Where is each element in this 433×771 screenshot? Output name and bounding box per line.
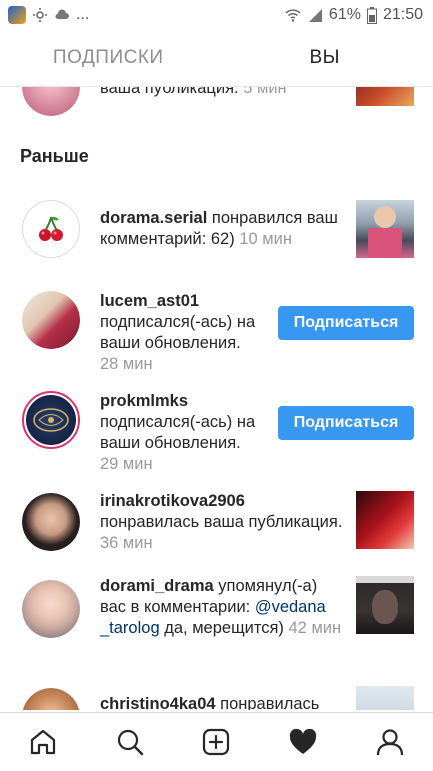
list-item[interactable]: dorami_drama упомянул(-а) вас в коммента…	[0, 576, 433, 666]
notification-text: dorama.serial понравился ваш комментарий…	[100, 208, 345, 250]
cherry-icon	[36, 214, 66, 244]
brand-logo-icon	[31, 405, 71, 435]
activity-tabs: ПОДПИСКИ ВЫ	[0, 30, 433, 87]
avatar[interactable]	[22, 86, 80, 116]
notification-username[interactable]: prokmlmks	[100, 391, 275, 412]
post-thumbnail[interactable]	[356, 576, 414, 634]
avatar[interactable]	[22, 291, 80, 349]
nav-new-post[interactable]	[194, 720, 238, 764]
notification-text: prokmlmks подписался(-ась) на ваши обнов…	[100, 391, 275, 475]
notification-time: 5 мин	[243, 86, 286, 97]
notification-username[interactable]: lucem_ast01	[100, 291, 275, 312]
status-bar: ... 61% 21:50	[0, 0, 433, 30]
status-left: ...	[8, 6, 89, 24]
post-thumbnail[interactable]	[356, 86, 414, 106]
list-item[interactable]: christino4ka04 понравилась	[0, 686, 433, 710]
status-time: 21:50	[383, 6, 423, 24]
cloud-icon	[54, 7, 70, 23]
post-thumbnail[interactable]	[356, 200, 414, 258]
signal-icon	[307, 7, 323, 23]
weather-icon	[32, 7, 48, 23]
list-item[interactable]: dorama.serial понравился ваш комментарий…	[0, 200, 433, 280]
notification-text: dorami_drama упомянул(-а) вас в коммента…	[100, 576, 345, 639]
tab-you[interactable]: ВЫ	[217, 30, 433, 86]
notification-text: lucem_ast01 подписался(-ась) на ваши обн…	[100, 291, 275, 375]
home-icon	[28, 727, 58, 757]
notification-action: понравилась ваша публикация.	[100, 513, 342, 531]
nav-profile[interactable]	[368, 720, 412, 764]
follow-button[interactable]: Подписаться	[278, 306, 414, 340]
notification-time: 36 мин	[100, 534, 153, 552]
notification-action: ваша публикация.	[100, 86, 239, 97]
notification-text: irinakrotikova2906 понравилась ваша публ…	[100, 491, 345, 554]
tab-following[interactable]: ПОДПИСКИ	[0, 30, 217, 86]
profile-icon	[375, 727, 405, 757]
app-icon	[8, 6, 26, 24]
notifications-feed[interactable]: ваша публикация. 5 мин Раньше dorama.ser…	[0, 86, 433, 710]
bottom-navigation	[0, 712, 433, 771]
post-thumbnail[interactable]	[356, 491, 414, 549]
notification-time: 29 мин	[100, 454, 275, 475]
notification-time: 42 мин	[284, 619, 341, 637]
avatar[interactable]	[22, 391, 80, 449]
notification-action-end: да, мерещится)	[160, 619, 284, 637]
avatar[interactable]	[22, 200, 80, 258]
nav-home[interactable]	[21, 720, 65, 764]
avatar[interactable]	[22, 493, 80, 551]
wifi-icon	[285, 7, 301, 23]
notification-username[interactable]: dorami_drama	[100, 577, 214, 595]
notification-username[interactable]: dorama.serial	[100, 209, 207, 227]
notification-action: подписался(-ась) на ваши обновления.	[100, 312, 275, 354]
notification-time: 10 мин	[235, 230, 292, 248]
battery-icon	[367, 7, 377, 24]
list-item[interactable]: prokmlmks подписался(-ась) на ваши обнов…	[0, 391, 433, 471]
notification-time: 28 мин	[100, 354, 275, 375]
add-post-icon	[201, 727, 231, 757]
notification-text: christino4ka04 понравилась	[100, 694, 345, 710]
notification-username[interactable]: christino4ka04	[100, 695, 216, 710]
nav-activity[interactable]	[281, 720, 325, 764]
avatar[interactable]	[22, 688, 80, 710]
list-item[interactable]: irinakrotikova2906 понравилась ваша публ…	[0, 491, 433, 571]
notification-action: понравилась	[216, 695, 320, 710]
section-title-earlier: Раньше	[20, 146, 89, 167]
notification-action: подписался(-ась) на ваши обновления.	[100, 412, 275, 454]
list-item[interactable]: lucem_ast01 подписался(-ась) на ваши обн…	[0, 291, 433, 371]
activity-heart-icon	[288, 727, 318, 757]
notification-text: ваша публикация. 5 мин	[100, 86, 287, 99]
avatar[interactable]	[22, 580, 80, 638]
battery-percent: 61%	[329, 6, 361, 24]
nav-search[interactable]	[108, 720, 152, 764]
post-thumbnail[interactable]	[356, 686, 414, 710]
search-icon	[115, 727, 145, 757]
list-item[interactable]: ваша публикация. 5 мин	[0, 86, 433, 112]
status-right: 61% 21:50	[285, 6, 423, 24]
status-ellipsis: ...	[76, 6, 89, 24]
follow-button[interactable]: Подписаться	[278, 406, 414, 440]
notification-username[interactable]: irinakrotikova2906	[100, 491, 345, 512]
